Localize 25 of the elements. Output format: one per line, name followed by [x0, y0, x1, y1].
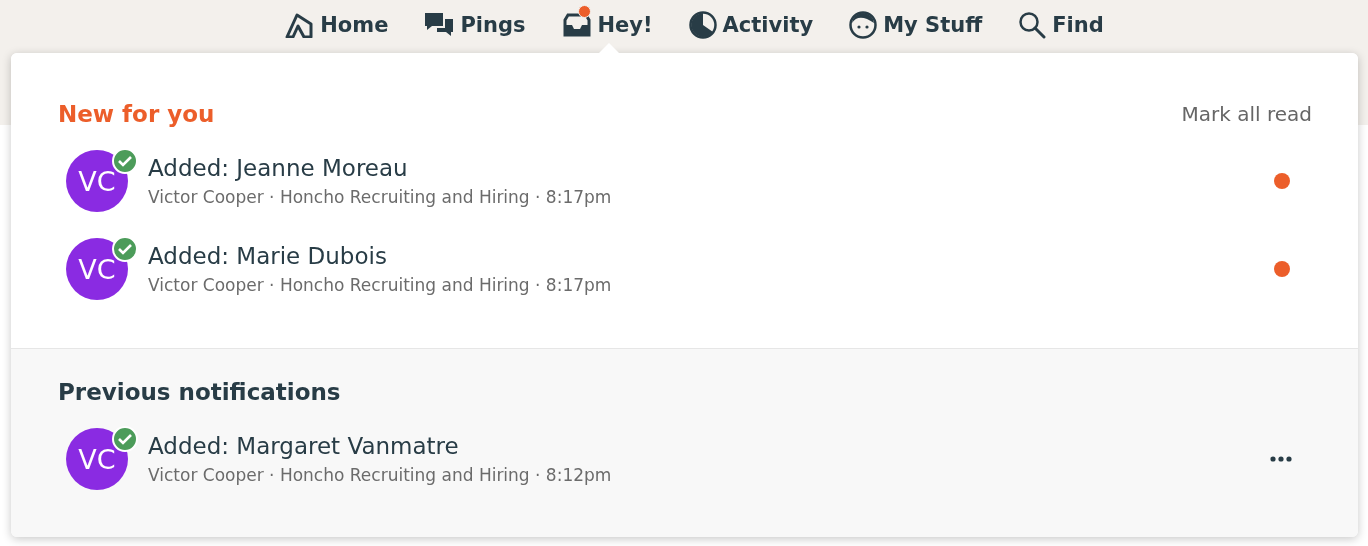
- search-icon: [1018, 11, 1047, 39]
- nav-tab[interactable]: Find: [1018, 0, 1104, 50]
- nav-tab[interactable]: My Stuff: [849, 0, 983, 50]
- notification-title: Added: Marie Dubois: [148, 243, 388, 269]
- nav-tab[interactable]: Home: [284, 0, 389, 50]
- notification-meta: Victor Cooper · Honcho Recruiting and Hiring · 8:12pm: [148, 465, 613, 485]
- chat-bubbles-icon: [424, 11, 455, 39]
- notification-meta: Victor Cooper · Honcho Recruiting and Hiring · 8:17pm: [148, 275, 613, 295]
- nav-tab[interactable]: Activity: [688, 0, 814, 50]
- mark-all-read-button[interactable]: Mark all read: [1181, 102, 1312, 126]
- more-icon[interactable]: [1270, 456, 1292, 462]
- check-badge-icon: [112, 148, 138, 174]
- inbox-icon: [561, 12, 592, 38]
- check-badge-icon: [112, 236, 138, 262]
- pie-icon: [688, 11, 717, 39]
- notification-meta: Victor Cooper · Honcho Recruiting and Hiring · 8:17pm: [148, 187, 613, 207]
- notification-dot: [577, 5, 591, 18]
- notification-title: Added: Margaret Vanmatre: [148, 433, 460, 459]
- notification-title: Added: Jeanne Moreau: [148, 155, 409, 181]
- section-title: New for you: [58, 101, 215, 127]
- face-icon: [849, 11, 878, 39]
- section-title: Previous notifications: [58, 379, 341, 405]
- home-icon: [284, 12, 315, 38]
- check-badge-icon: [112, 426, 138, 452]
- nav-tab[interactable]: Pings: [424, 0, 526, 50]
